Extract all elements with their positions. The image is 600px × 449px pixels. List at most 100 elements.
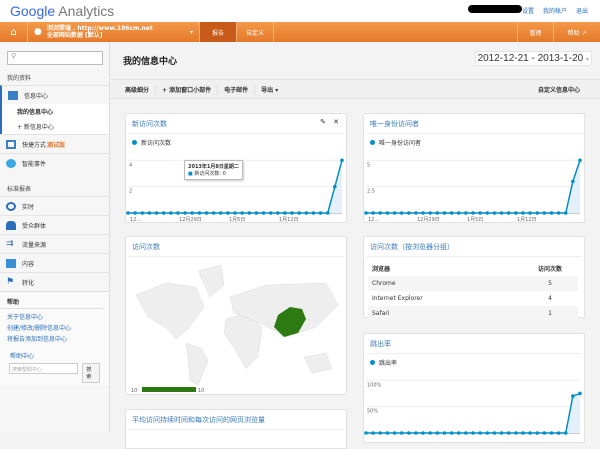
advanced-segments-button[interactable]: 高级细分 (119, 84, 157, 94)
arrows-icon: ⇉ (6, 238, 14, 249)
admin-button[interactable]: 管理 (517, 22, 554, 42)
tab-customization[interactable]: 自定义 (237, 22, 274, 42)
data-point (571, 179, 575, 184)
data-point (218, 211, 223, 215)
lightbulb-icon (6, 158, 16, 168)
edit-icon[interactable]: ✎ (320, 118, 326, 126)
widget-bounce-rate: 跳出率 跳出率 50% 100% (363, 333, 585, 443)
widget-title: 跳出率 (366, 334, 582, 354)
grid-icon (8, 90, 18, 100)
legend-dot (370, 360, 375, 365)
table-row[interactable]: Chrome 5 (368, 276, 578, 291)
series-area (366, 393, 580, 433)
shortcut-icon (6, 139, 16, 149)
table-row[interactable]: Internet Explorer 4 (368, 291, 578, 306)
help-link[interactable]: 创建/修改/删除信息中心 (0, 322, 109, 333)
date-range-picker[interactable]: 2012-12-21 - 2013-1-20 ▾ (474, 51, 592, 66)
sidebar-search-input[interactable]: ⚲ (7, 51, 103, 65)
widget-avg-duration: 平均访问持续时间和每次访问的网页浏览量 (125, 409, 347, 449)
help-search-button[interactable]: 搜索 (82, 363, 100, 383)
data-point (133, 211, 137, 215)
tab-reports[interactable]: 报告 (200, 22, 237, 42)
realtime-icon (6, 201, 16, 211)
data-point (183, 211, 187, 215)
add-widget-button[interactable]: + 添加窗口小部件 (156, 84, 219, 94)
map-legend-min: 10 (131, 388, 137, 394)
my-account-link[interactable]: 我的帐户 (543, 6, 567, 15)
data-point (571, 394, 575, 398)
legend-dot (132, 140, 137, 145)
settings-link[interactable]: 设置 (522, 6, 534, 15)
content-icon (6, 258, 16, 268)
data-point (318, 211, 323, 215)
sidebar-item-content[interactable]: 内容 (0, 253, 109, 272)
data-point (464, 211, 468, 215)
export-button[interactable]: 导出 ▾ (255, 85, 284, 94)
data-point (506, 211, 511, 215)
redacted-email (468, 5, 522, 13)
x-tick-label: 12月29日 (417, 217, 440, 223)
data-point (161, 211, 166, 215)
data-point (290, 211, 294, 215)
help-search-input[interactable]: 搜索帮助中心 (9, 363, 79, 374)
data-point (456, 211, 461, 215)
google-analytics-logo[interactable]: Google Analytics (10, 3, 114, 19)
unique-visitors-chart[interactable]: 2.5 5 12... 12月29日 1月5日 1月12日 (364, 151, 582, 223)
sidebar-item-shortcuts[interactable]: 快捷方式 测试版 (0, 134, 109, 153)
sidebar-item-conversions[interactable]: ⚑ 转化 (0, 272, 109, 291)
y-tick-label: 50% (367, 409, 378, 415)
customize-dashboard-button[interactable]: 自定义信息中心 (532, 85, 586, 94)
email-button[interactable]: 电子邮件 (218, 84, 256, 94)
chevron-down-icon: ▾ (585, 57, 589, 63)
top-bar: Google Analytics 设置 我的帐户 退出 (0, 0, 600, 22)
data-point (407, 211, 411, 215)
data-point (485, 211, 490, 215)
data-point (578, 391, 582, 396)
help-center-link[interactable]: 帮助中心 (0, 350, 109, 361)
main-content: 我的信息中心 2012-12-21 - 2013-1-20 ▾ 高级细分 + 添… (111, 42, 600, 449)
close-icon[interactable]: ✕ (333, 118, 339, 126)
account-selector[interactable]: ● 浏浏雯瑞 . http://www.186cm.net 全部网站数据 [默认]… (28, 22, 200, 42)
sidebar-my-dashboard[interactable]: 我的信息中心 (0, 104, 109, 119)
data-point (226, 211, 230, 215)
map-legend-bar (142, 387, 196, 392)
widget-title: 平均访问持续时间和每次访问的网页浏览量 (128, 410, 344, 430)
sidebar-item-traffic[interactable]: ⇉ 流量来源 (0, 234, 109, 253)
world-map[interactable]: 10 10 (126, 257, 344, 397)
data-point (364, 211, 368, 215)
sidebar-item-audience[interactable]: 受众群体 (0, 215, 109, 234)
data-point (492, 211, 497, 215)
data-point (421, 211, 425, 215)
data-point (211, 211, 216, 215)
data-point (147, 211, 152, 215)
data-point (340, 158, 344, 163)
logout-link[interactable]: 退出 (576, 6, 588, 15)
widget-title: 新访问次数 (128, 114, 344, 134)
sidebar-new-dashboard[interactable]: + 新信息中心 (0, 119, 109, 134)
table-row[interactable]: Safari 1 (368, 306, 578, 321)
data-point (140, 211, 145, 215)
sidebar-item-realtime[interactable]: 实时 (0, 196, 109, 215)
help-link[interactable]: 将报告添加到信息中心 (0, 333, 109, 344)
data-point (535, 211, 539, 215)
data-point (435, 211, 440, 215)
data-point (528, 211, 532, 215)
series-line (366, 392, 581, 434)
data-point (240, 211, 244, 215)
y-tick-label: 100% (367, 382, 382, 388)
data-point (499, 211, 504, 215)
sidebar-item-intelligence[interactable]: 智能事件 (0, 153, 109, 172)
data-point (176, 211, 180, 215)
home-icon: ⌂ (10, 26, 17, 38)
data-point (204, 211, 209, 215)
x-tick-label: 1月5日 (467, 217, 483, 223)
help-button[interactable]: 帮助 ↗ (554, 22, 600, 42)
sidebar-item-dashboard[interactable]: 信息中心 (0, 85, 109, 104)
bounce-rate-chart[interactable]: 50% 100% (364, 371, 582, 443)
home-button[interactable]: ⌂ (0, 22, 28, 42)
help-link[interactable]: 关于信息中心 (0, 311, 109, 322)
section-heading: 标准报表 (7, 186, 32, 193)
x-tick-label: 1月12日 (279, 217, 299, 223)
data-point (521, 211, 525, 215)
chart-tooltip: 2013年1月8日星期二 ■ 新访问次数: 0 (184, 160, 243, 180)
